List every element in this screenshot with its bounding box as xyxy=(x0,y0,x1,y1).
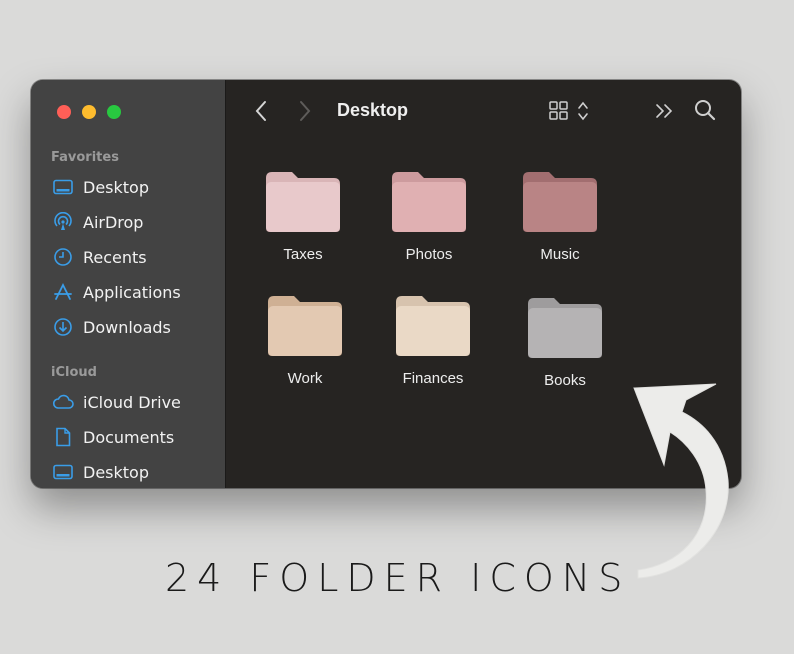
sidebar-item-label: Downloads xyxy=(83,317,171,337)
sidebar-item-icloud-drive[interactable]: iCloud Drive xyxy=(52,389,217,415)
desktop-icon xyxy=(52,461,74,483)
sidebar-item-label: Applications xyxy=(83,282,181,302)
sidebar-item-recents[interactable]: Recents xyxy=(52,244,217,270)
sidebar-section-icloud: iCloud xyxy=(51,365,97,380)
folder-photos[interactable]: Photos xyxy=(379,170,479,263)
folder-label: Taxes xyxy=(283,246,323,263)
chevron-right-icon xyxy=(298,100,312,126)
traffic-lights xyxy=(57,105,121,119)
grid-view-icon xyxy=(549,100,591,126)
forward-button[interactable] xyxy=(294,100,316,126)
sidebar-item-desktop[interactable]: Desktop xyxy=(52,174,217,200)
zoom-button[interactable] xyxy=(107,105,121,119)
search-button[interactable] xyxy=(692,99,718,125)
folder-work[interactable]: Work xyxy=(255,294,355,387)
folder-icon xyxy=(383,294,483,358)
folder-icon xyxy=(515,296,615,360)
folder-taxes[interactable]: Taxes xyxy=(253,170,353,263)
minimize-button[interactable] xyxy=(82,105,96,119)
folder-label: Books xyxy=(544,372,586,389)
folder-label: Music xyxy=(540,246,580,263)
sidebar-item-downloads[interactable]: Downloads xyxy=(52,314,217,340)
sidebar-item-label: iCloud Drive xyxy=(83,392,181,412)
curved-arrow-icon xyxy=(620,370,730,589)
close-button[interactable] xyxy=(57,105,71,119)
folder-label: Finances xyxy=(402,370,464,387)
search-icon xyxy=(694,99,716,125)
double-chevron-icon xyxy=(654,103,674,123)
folder-label: Photos xyxy=(405,246,453,263)
view-options-button[interactable] xyxy=(548,100,592,126)
window-title: Desktop xyxy=(337,100,409,120)
sidebar-item-airdrop[interactable]: AirDrop xyxy=(52,209,217,235)
folder-music[interactable]: Music xyxy=(510,170,610,263)
cloud-icon xyxy=(52,391,74,413)
airdrop-icon xyxy=(52,211,74,233)
folder-icon xyxy=(255,294,355,358)
clock-icon xyxy=(52,246,74,268)
sidebar-section-favorites: Favorites xyxy=(51,150,119,165)
folder-icon xyxy=(379,170,479,234)
sidebar-item-documents[interactable]: Documents xyxy=(52,424,217,450)
sidebar-item-label: Desktop xyxy=(83,177,149,197)
sidebar: Favorites Desktop AirDrop Recents Applic… xyxy=(31,80,226,488)
promo-caption: 24 FOLDER ICONS xyxy=(165,556,631,600)
folder-label: Work xyxy=(287,370,323,387)
sidebar-item-label: AirDrop xyxy=(83,212,144,232)
back-button[interactable] xyxy=(250,100,272,126)
download-icon xyxy=(52,316,74,338)
more-toolbar-button[interactable] xyxy=(652,100,676,126)
sidebar-item-label: Documents xyxy=(83,427,175,447)
folder-icon xyxy=(253,170,353,234)
folder-icon xyxy=(510,170,610,234)
desktop-icon xyxy=(52,176,74,198)
applications-icon xyxy=(52,281,74,303)
folder-finances[interactable]: Finances xyxy=(383,294,483,387)
document-icon xyxy=(52,426,74,448)
chevron-left-icon xyxy=(254,100,268,126)
sidebar-item-label: Desktop xyxy=(83,462,149,482)
sidebar-item-icloud-desktop[interactable]: Desktop xyxy=(52,459,217,485)
sidebar-item-label: Recents xyxy=(83,247,147,267)
sidebar-item-applications[interactable]: Applications xyxy=(52,279,217,305)
folder-books[interactable]: Books xyxy=(515,296,615,389)
